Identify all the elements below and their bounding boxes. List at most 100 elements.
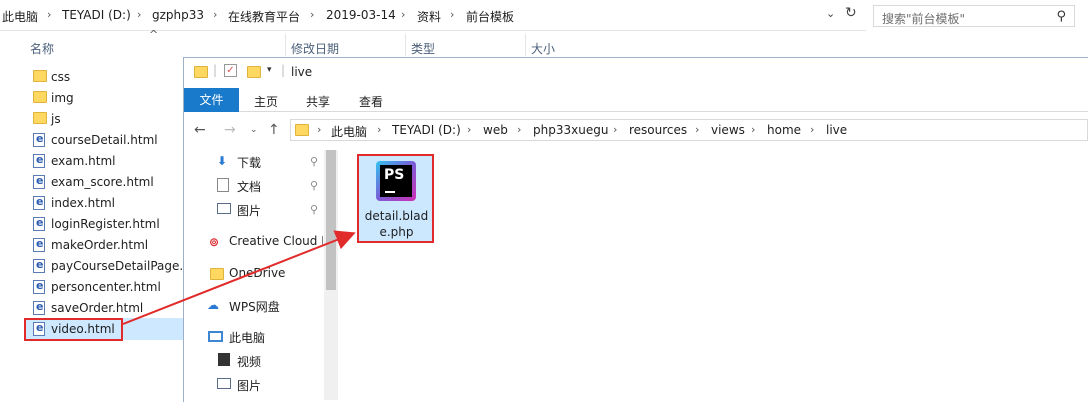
breadcrumb-item[interactable]: 此电脑 — [2, 8, 38, 25]
address-bar[interactable]: 此电脑 › TEYADI (D:) › gzphp33 › 在线教育平台 › 2… — [0, 0, 866, 31]
highlight-box — [24, 318, 123, 341]
list-item[interactable]: payCourseDetailPage.h — [33, 256, 191, 277]
html-file-icon — [33, 132, 45, 147]
breadcrumb-item[interactable]: 在线教育平台 — [228, 8, 300, 25]
pin-icon[interactable]: ⚲ — [310, 179, 318, 192]
file-tile[interactable]: PS detail.blade.php — [357, 154, 434, 243]
computer-icon — [208, 331, 223, 342]
dropdown-chevron-icon[interactable]: ⌄ — [826, 7, 835, 20]
nav-item-onedrive[interactable]: OneDrive — [229, 266, 285, 280]
pictures-icon — [217, 203, 231, 214]
toolbar-divider: | — [281, 63, 286, 77]
new-folder-icon[interactable] — [247, 66, 261, 78]
breadcrumb-item[interactable]: 资料 — [417, 8, 441, 25]
nav-item-wps-drive[interactable]: WPS网盘 — [229, 298, 280, 315]
tab-view[interactable]: 查看 — [359, 93, 383, 110]
icon-text: PS — [384, 167, 405, 183]
html-file-icon — [33, 258, 45, 273]
breadcrumb-item[interactable]: php33xuegu — [533, 123, 608, 137]
search-icon[interactable]: ⚲ — [1056, 9, 1066, 24]
list-item[interactable]: index.html — [33, 193, 183, 214]
forward-arrow-icon[interactable]: → — [224, 122, 236, 138]
recent-dropdown-icon[interactable]: ⌄ — [250, 125, 258, 135]
list-item[interactable]: exam.html — [33, 151, 183, 172]
breadcrumb-item[interactable]: 前台模板 — [466, 8, 514, 25]
breadcrumb-item[interactable]: views — [711, 123, 745, 137]
file-name: payCourseDetailPage.h — [51, 259, 191, 273]
file-name: js — [51, 112, 61, 126]
breadcrumb-item[interactable]: resources — [629, 123, 687, 137]
column-header-name[interactable]: 名称 — [30, 40, 54, 57]
phpstorm-icon: PS — [376, 161, 416, 201]
pin-icon[interactable]: ⚲ — [310, 155, 318, 168]
nav-item-pictures-pc[interactable]: 图片 — [237, 377, 261, 394]
list-item[interactable]: personcenter.html — [33, 277, 183, 298]
list-item[interactable]: img — [33, 88, 183, 109]
tab-share[interactable]: 共享 — [306, 93, 330, 110]
breadcrumb-chevron-icon: › — [310, 8, 315, 21]
file-name: loginRegister.html — [51, 217, 160, 231]
refresh-icon[interactable]: ↻ — [845, 5, 857, 21]
list-item[interactable]: css — [33, 67, 183, 88]
list-item[interactable]: js — [33, 109, 183, 130]
nav-item-videos[interactable]: 视频 — [237, 353, 261, 370]
file-name: courseDetail.html — [51, 133, 158, 147]
breadcrumb-item[interactable]: live — [826, 123, 847, 137]
file-name: personcenter.html — [51, 280, 161, 294]
breadcrumb-chevron-icon: › — [137, 8, 142, 21]
html-file-icon — [33, 216, 45, 231]
address-bar[interactable]: › 此电脑 › TEYADI (D:) › web › php33xuegu ›… — [290, 119, 1088, 141]
video-icon — [218, 353, 230, 366]
file-name: makeOrder.html — [51, 238, 149, 252]
tab-file[interactable]: 文件 — [184, 88, 239, 112]
breadcrumb-chevron-icon: › — [47, 8, 52, 21]
column-header-date[interactable]: 修改日期 — [291, 40, 339, 57]
breadcrumb-item[interactable]: TEYADI (D:) — [392, 123, 461, 137]
file-name: css — [51, 70, 71, 84]
column-header-size[interactable]: 大小 — [531, 40, 555, 57]
sort-ascending-icon: ^ — [149, 28, 159, 41]
breadcrumb-item[interactable]: TEYADI (D:) — [62, 8, 131, 22]
downloads-icon: ⬇ — [217, 154, 228, 168]
list-item[interactable]: courseDetail.html — [33, 130, 183, 151]
properties-icon[interactable]: ✓ — [224, 64, 237, 77]
breadcrumb-item[interactable]: home — [767, 123, 801, 137]
customize-dropdown-icon[interactable]: ▾ — [267, 65, 272, 75]
list-item[interactable]: makeOrder.html — [33, 235, 183, 256]
folder-icon — [210, 268, 224, 280]
file-name: index.html — [51, 196, 115, 210]
nav-item-downloads[interactable]: 下载 — [237, 154, 261, 171]
breadcrumb-chevron-icon: › — [213, 8, 218, 21]
breadcrumb-item[interactable]: web — [483, 123, 508, 137]
nav-item-pictures[interactable]: 图片 — [237, 202, 261, 219]
up-arrow-icon[interactable]: ↑ — [268, 122, 280, 138]
tab-home[interactable]: 主页 — [254, 93, 278, 110]
nav-item-this-pc[interactable]: 此电脑 — [229, 329, 265, 346]
scrollbar-thumb[interactable] — [326, 150, 336, 290]
html-file-icon — [33, 237, 45, 252]
nav-item-documents[interactable]: 文档 — [237, 178, 261, 195]
breadcrumb-chevron-icon: › — [317, 123, 322, 136]
html-file-icon — [33, 174, 45, 189]
column-header-type[interactable]: 类型 — [411, 40, 435, 57]
back-arrow-icon[interactable]: ← — [194, 122, 206, 138]
nav-item-creative-cloud[interactable]: Creative Cloud F — [229, 234, 323, 248]
folder-icon — [33, 112, 47, 124]
list-item[interactable]: saveOrder.html — [33, 298, 183, 319]
cloud-icon: ☁ — [207, 298, 219, 312]
pin-icon[interactable]: ⚲ — [310, 203, 318, 216]
navigation-pane: ⬇ 下载 ⚲ 文档 ⚲ 图片 ⚲ ⊚ Creative Cloud F OneD… — [184, 148, 339, 403]
list-item[interactable]: loginRegister.html — [33, 214, 183, 235]
title-bar: | ✓ ▾ | live — [184, 58, 1088, 88]
list-item[interactable]: exam_score.html — [33, 172, 183, 193]
window-title: live — [291, 65, 313, 79]
html-file-icon — [33, 300, 45, 315]
column-divider — [285, 34, 286, 56]
breadcrumb-item[interactable]: 此电脑 — [331, 123, 367, 140]
search-input[interactable]: 搜索"前台模板" ⚲ — [873, 5, 1075, 27]
file-name: saveOrder.html — [51, 301, 144, 315]
navigation-bar: ← → ⌄ ↑ › 此电脑 › TEYADI (D:) › web › php3… — [184, 114, 1088, 146]
breadcrumb-item[interactable]: gzphp33 — [152, 8, 204, 22]
breadcrumb-item[interactable]: 2019-03-14 — [326, 8, 396, 22]
ribbon-tabs: 文件 主页 共享 查看 — [184, 88, 1088, 112]
